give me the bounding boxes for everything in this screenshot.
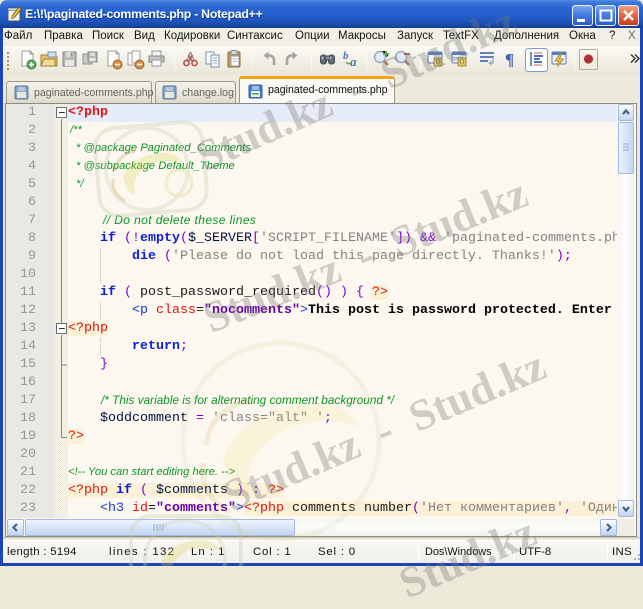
svg-text:b: b — [343, 50, 349, 62]
svg-text:¶: ¶ — [505, 50, 514, 69]
